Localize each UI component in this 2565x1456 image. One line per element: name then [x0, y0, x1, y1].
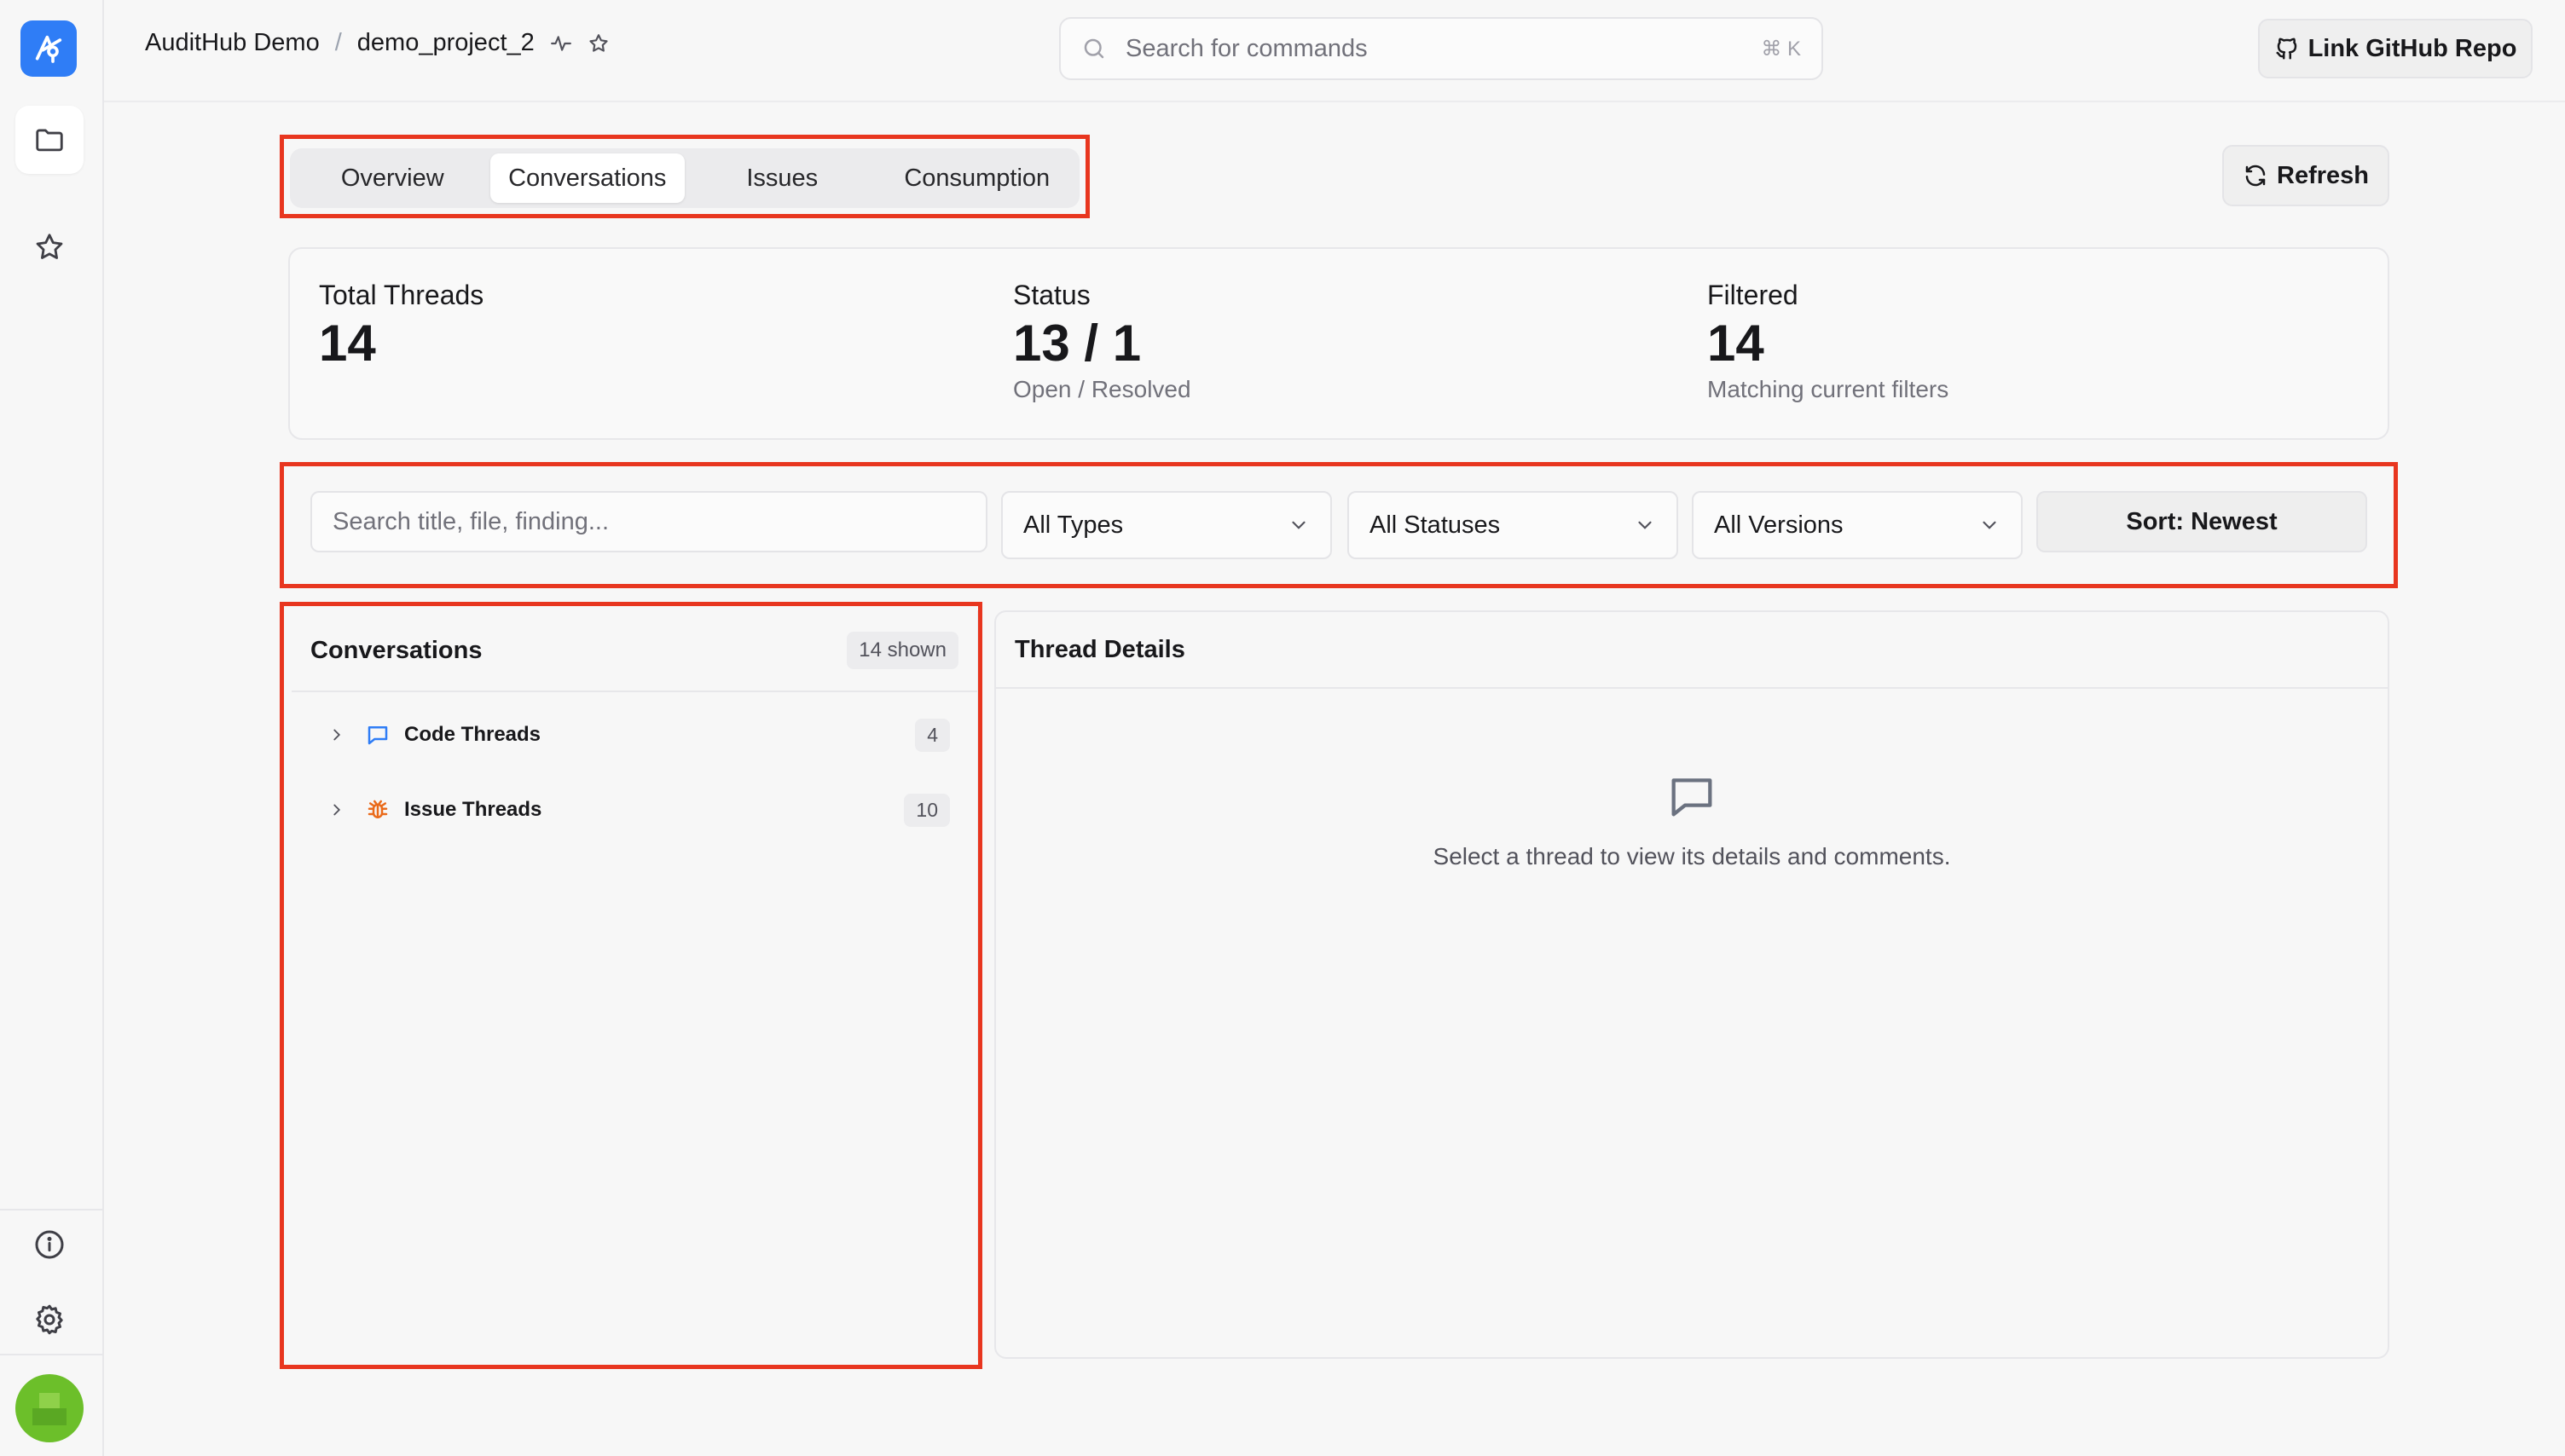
tree-group-issue-threads[interactable]: Issue Threads 10: [292, 772, 977, 847]
project-tabs: Overview Conversations Issues Consumptio…: [290, 148, 1080, 208]
gear-icon: [36, 1304, 63, 1335]
tree-group-code-threads[interactable]: Code Threads 4: [292, 697, 977, 772]
chevron-down-icon: [1638, 521, 1652, 529]
tree-group-label: Issue Threads: [404, 798, 542, 821]
breadcrumb-separator: /: [334, 29, 342, 56]
info-button[interactable]: [15, 1210, 84, 1279]
stat-status: Status 13 / 1 Open / Resolved: [1013, 280, 1191, 403]
sort-button[interactable]: Sort: Newest: [2036, 491, 2367, 552]
conversations-panel: Conversations 14 shown Code Threads 4 Is…: [292, 610, 979, 1361]
chevron-down-icon: [1292, 521, 1306, 529]
conversations-title: Conversations: [310, 636, 483, 664]
app-logo[interactable]: [20, 20, 77, 77]
settings-button[interactable]: [15, 1286, 84, 1354]
logo-icon: [35, 35, 62, 63]
refresh-icon: [2245, 165, 2266, 187]
rail-divider-bottom: [0, 1354, 104, 1355]
stats-card: Total Threads 14 Status 13 / 1 Open / Re…: [288, 247, 2389, 440]
breadcrumb-project[interactable]: demo_project_2: [357, 29, 535, 57]
breadcrumb-org[interactable]: AuditHub Demo: [145, 29, 320, 57]
thread-details-panel: Thread Details Select a thread to view i…: [994, 610, 2389, 1359]
breadcrumb: AuditHub Demo / demo_project_2: [145, 29, 610, 57]
star-icon: [36, 234, 63, 259]
link-github-repo-label: Link GitHub Repo: [2307, 34, 2517, 62]
tree-group-label: Code Threads: [404, 723, 541, 746]
shown-count-badge: 14 shown: [847, 632, 958, 669]
shortcut-hint: ⌘ K: [1761, 37, 1801, 61]
top-header: AuditHub Demo / demo_project_2 Search fo…: [104, 0, 2565, 102]
stat-value: 13 / 1: [1013, 315, 1142, 372]
stat-label: Filtered: [1707, 280, 1798, 310]
tab-overview[interactable]: Overview: [295, 153, 490, 203]
status-filter-select[interactable]: All Statuses: [1347, 491, 1678, 559]
refresh-label: Refresh: [2277, 161, 2369, 189]
stat-value: 14: [319, 315, 376, 372]
empty-state: Select a thread to view its details and …: [996, 769, 2388, 870]
bug-icon: [365, 797, 399, 823]
filter-bar: Search title, file, finding... All Types…: [310, 491, 2369, 559]
tree-group-count: 4: [915, 718, 950, 752]
stat-label: Total Threads: [319, 280, 484, 310]
chevron-right-icon[interactable]: [327, 725, 350, 744]
favorites-nav-button[interactable]: [15, 213, 84, 281]
tab-consumption[interactable]: Consumption: [880, 153, 1075, 203]
type-filter-select[interactable]: All Types: [1001, 491, 1332, 559]
type-filter-value: All Types: [1023, 511, 1124, 539]
stat-label: Status: [1013, 280, 1091, 310]
avatar-pattern: [32, 1408, 67, 1425]
status-filter-value: All Statuses: [1369, 511, 1501, 539]
empty-state-message: Select a thread to view its details and …: [1433, 843, 1951, 870]
projects-nav-button[interactable]: [15, 106, 84, 174]
message-icon: [365, 722, 399, 748]
tree-group-count: 10: [904, 793, 950, 827]
info-icon: [35, 1230, 64, 1259]
chevron-right-icon[interactable]: [327, 800, 350, 819]
stat-total-threads: Total Threads 14: [319, 280, 483, 371]
favorite-star-icon[interactable]: [588, 32, 610, 55]
search-icon: [1084, 38, 1104, 59]
github-icon: [2276, 38, 2296, 60]
thread-search-input[interactable]: Search title, file, finding...: [310, 491, 987, 552]
activity-icon[interactable]: [550, 32, 572, 55]
stat-subtext: Open / Resolved: [1013, 376, 1191, 402]
conversations-header: Conversations 14 shown: [292, 610, 977, 692]
version-filter-value: All Versions: [1714, 511, 1844, 539]
left-rail: [0, 0, 104, 1456]
command-search-input[interactable]: Search for commands ⌘ K: [1059, 17, 1823, 80]
thread-details-title: Thread Details: [996, 612, 2388, 689]
folder-icon: [36, 129, 63, 152]
command-search-placeholder: Search for commands: [1126, 34, 1368, 62]
chevron-down-icon: [1983, 521, 1996, 529]
stat-value: 14: [1707, 315, 1764, 372]
version-filter-select[interactable]: All Versions: [1692, 491, 2023, 559]
stat-filtered: Filtered 14 Matching current filters: [1707, 280, 1948, 403]
stat-subtext: Matching current filters: [1707, 376, 1949, 402]
refresh-button[interactable]: Refresh: [2222, 145, 2389, 206]
user-avatar[interactable]: [15, 1374, 84, 1442]
message-icon: [1671, 778, 1712, 817]
tab-issues[interactable]: Issues: [685, 153, 880, 203]
app-root: AuditHub Demo / demo_project_2 Search fo…: [0, 0, 2565, 1456]
tab-conversations[interactable]: Conversations: [489, 153, 685, 203]
link-github-repo-button[interactable]: Link GitHub Repo: [2258, 19, 2533, 78]
